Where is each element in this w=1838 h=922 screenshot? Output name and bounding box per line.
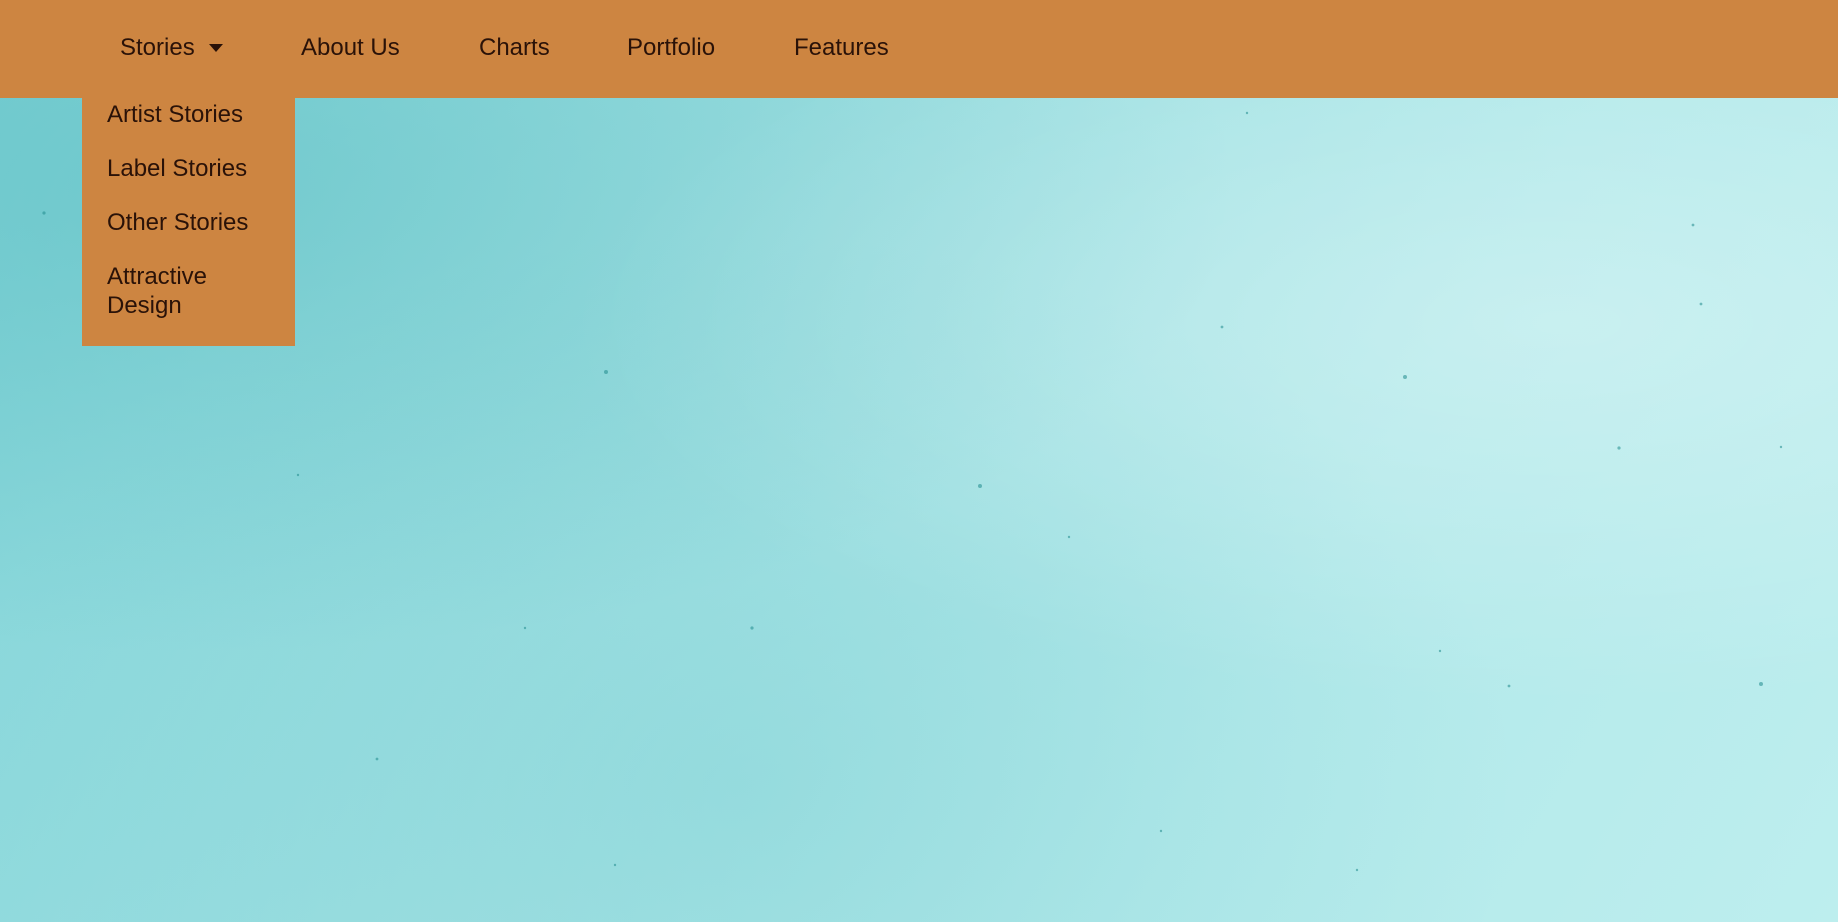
nav-item-stories-label: Stories xyxy=(120,34,195,61)
stories-dropdown-menu: Artist Stories Label Stories Other Stori… xyxy=(82,98,295,346)
nav-item-stories[interactable]: Stories xyxy=(120,34,223,62)
nav-item-charts[interactable]: Charts xyxy=(479,34,550,62)
caret-down-icon xyxy=(208,43,223,52)
top-navigation-bar: Stories About Us Charts Portfolio Featur… xyxy=(0,0,1838,98)
nav-item-features[interactable]: Features xyxy=(794,34,889,62)
dropdown-item-artist-stories[interactable]: Artist Stories xyxy=(107,100,287,129)
dropdown-item-other-stories[interactable]: Other Stories xyxy=(107,208,287,237)
nav-item-portfolio[interactable]: Portfolio xyxy=(627,34,715,62)
dropdown-item-label-stories[interactable]: Label Stories xyxy=(107,154,287,183)
nav-item-about-us[interactable]: About Us xyxy=(301,34,400,62)
dropdown-item-attractive-design[interactable]: Attractive Design xyxy=(107,262,287,320)
